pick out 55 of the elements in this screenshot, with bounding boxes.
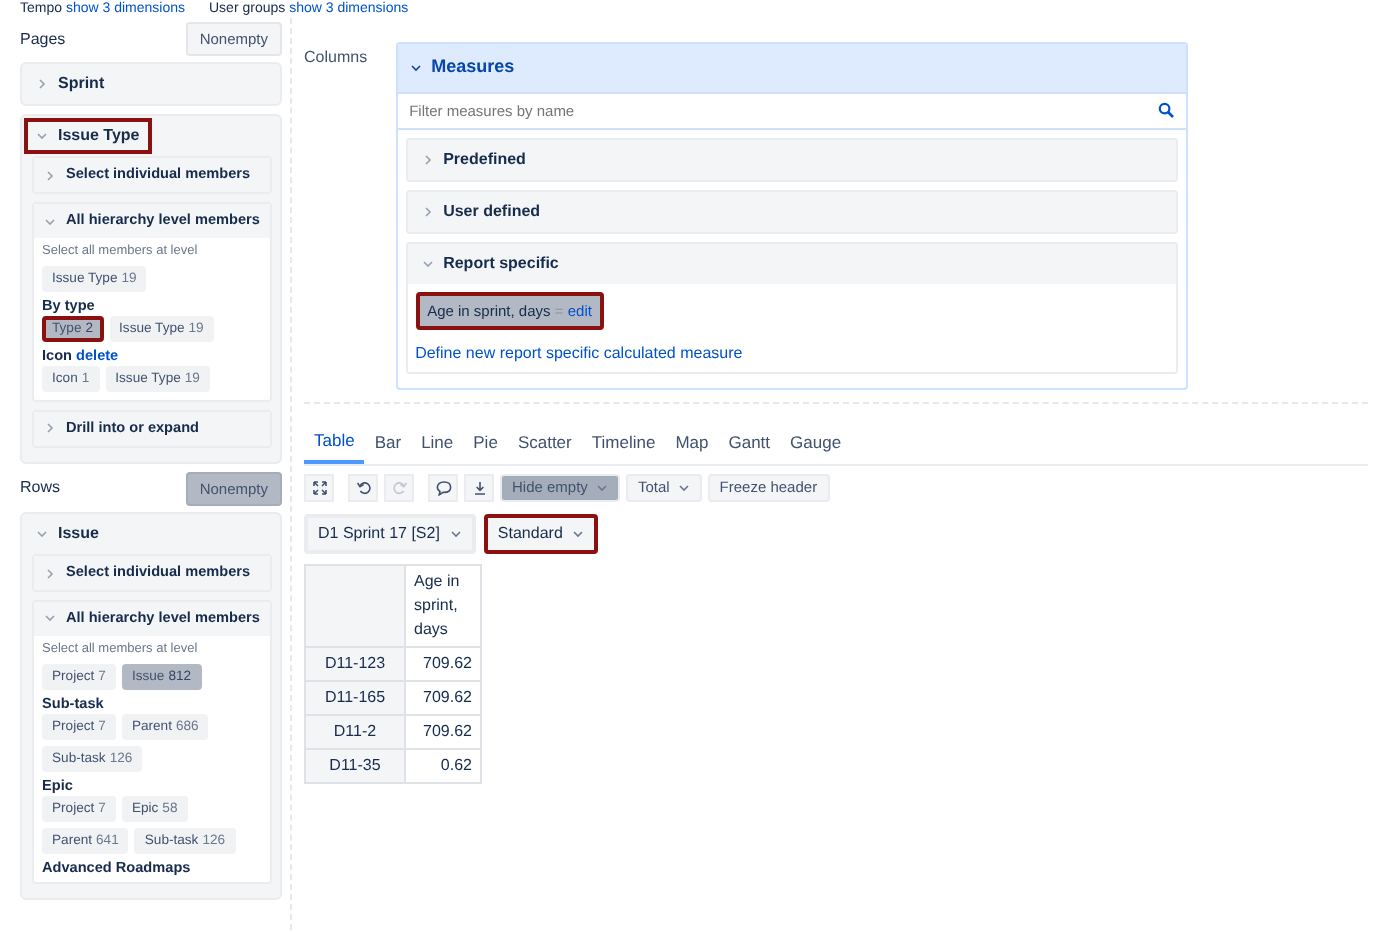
chevron-right-icon [44, 422, 56, 435]
chevron-down-icon [44, 612, 56, 625]
chevron-right-icon [36, 78, 48, 91]
row-header: D11-165 [305, 680, 405, 715]
table-cell: 709.62 [405, 646, 481, 681]
download-icon [471, 479, 487, 496]
table-cell: 0.62 [405, 748, 481, 783]
dimension-header[interactable]: Issue Type [24, 118, 152, 155]
toolbar-button[interactable] [348, 473, 378, 502]
view-tab[interactable]: Table [304, 424, 365, 464]
view-tab[interactable]: Pie [463, 424, 508, 464]
view-tab[interactable]: Map [665, 424, 719, 464]
expand-arrows-icon [311, 479, 327, 496]
toolbar-button[interactable] [428, 473, 458, 502]
view-tab[interactable]: Timeline [581, 424, 666, 464]
chevron-down-icon [677, 481, 690, 494]
chevron-down-icon [36, 528, 48, 541]
measures-header[interactable]: Measures [397, 44, 1186, 91]
section-title: Columns [304, 46, 368, 70]
chevron-right-icon [421, 153, 434, 166]
table-cell: 709.62 [405, 680, 481, 715]
section-title: Rows [20, 476, 61, 501]
row-header: D11-123 [305, 646, 405, 681]
chevron-right-icon [421, 205, 434, 218]
table-cell: 709.62 [405, 714, 481, 749]
chevron-right-icon [44, 169, 56, 182]
view-tab[interactable]: Bar [364, 424, 412, 464]
search-icon [1157, 102, 1174, 119]
row-header: D11-35 [305, 748, 405, 783]
page-filter-dropdown[interactable]: D1 Sprint 17 [S2] [304, 513, 476, 554]
chevron-down-icon [44, 215, 56, 228]
chevron-down-icon [36, 130, 48, 143]
corner-cell [305, 564, 405, 647]
chevron-down-icon [409, 61, 422, 74]
page-filter-dropdown[interactable]: Standard [483, 513, 599, 554]
view-tab[interactable]: Line [411, 424, 464, 464]
view-tab[interactable]: Scatter [507, 424, 582, 464]
section-title: Pages [20, 27, 66, 52]
undo-icon [355, 479, 371, 496]
view-tab[interactable]: Gantt [718, 424, 781, 464]
chevron-down-icon [449, 527, 462, 540]
view-tab[interactable]: Gauge [780, 424, 852, 464]
chevron-right-icon [44, 567, 56, 580]
speech-bubble-icon [435, 479, 451, 496]
redo-icon [391, 479, 407, 496]
chevron-down-icon [595, 481, 608, 494]
dimension-header[interactable]: Issue [24, 516, 111, 553]
dimension-header[interactable]: Sprint [24, 66, 117, 103]
column-header: Age in sprint, days [405, 564, 481, 647]
chevron-down-icon [421, 257, 434, 270]
toolbar-button[interactable] [464, 473, 494, 502]
row-header: D11-2 [305, 714, 405, 749]
toolbar-button[interactable] [304, 473, 334, 502]
chevron-down-icon [572, 527, 585, 540]
define-measure-link[interactable]: Define new report specific calculated measure [415, 342, 743, 366]
